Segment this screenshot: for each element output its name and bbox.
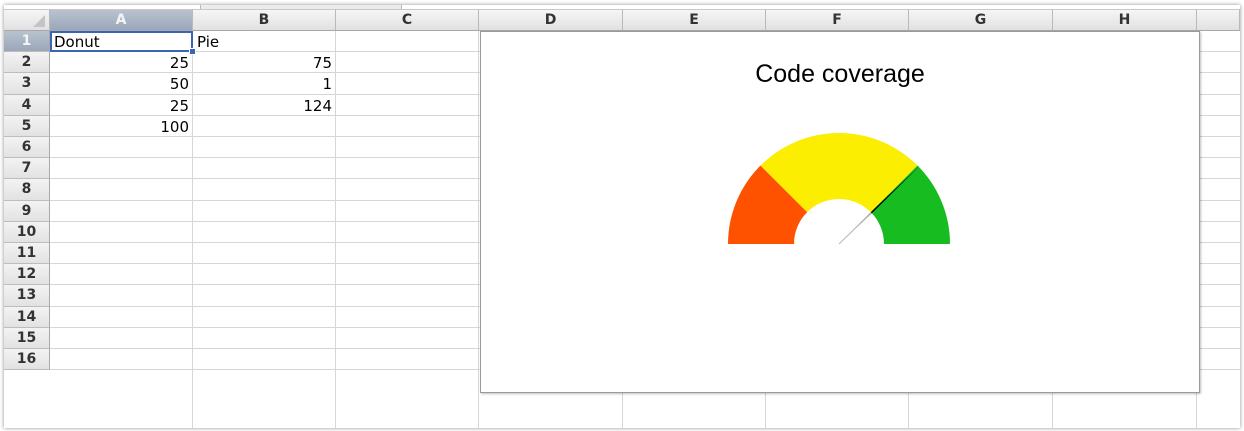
gauge-needle-base (838, 212, 872, 245)
column-header-a[interactable]: A (50, 9, 193, 31)
row-header-9[interactable]: 9 (4, 200, 50, 222)
cell-b2[interactable]: 75 (193, 52, 336, 73)
row-header-14[interactable]: 14 (4, 306, 50, 328)
column-header-d[interactable]: D (479, 9, 623, 31)
column-header-f[interactable]: F (766, 9, 909, 31)
select-all-icon (33, 15, 45, 27)
gauge-chart (728, 132, 950, 245)
column-header-b[interactable]: B (193, 9, 336, 31)
gridline-column (478, 31, 479, 428)
column-header-e[interactable]: E (623, 9, 766, 31)
cell-a4[interactable]: 25 (50, 95, 193, 116)
row-header-6[interactable]: 6 (4, 137, 50, 159)
cell-b1[interactable]: Pie (193, 31, 336, 52)
spreadsheet-window: A B C D E F G H 1 2 3 4 5 6 7 8 9 10 11 12 13 14 15 16 Donut Pie 2… (4, 5, 1240, 428)
cell-b4[interactable]: 124 (193, 95, 336, 116)
chart-object[interactable]: Code coverage (480, 31, 1200, 393)
row-header-2[interactable]: 2 (4, 52, 50, 74)
row-header-10[interactable]: 10 (4, 221, 50, 243)
row-header-7[interactable]: 7 (4, 158, 50, 180)
row-header-12[interactable]: 12 (4, 264, 50, 286)
select-all-corner[interactable] (4, 9, 50, 31)
column-header-g[interactable]: G (909, 9, 1053, 31)
row-header-11[interactable]: 11 (4, 243, 50, 265)
row-header-5[interactable]: 5 (4, 115, 50, 137)
cell-b3[interactable]: 1 (193, 73, 336, 94)
row-header-4[interactable]: 4 (4, 94, 50, 116)
cell-a1[interactable]: Donut (50, 31, 193, 53)
column-header-h[interactable]: H (1053, 9, 1197, 31)
row-header-16[interactable]: 16 (4, 349, 50, 371)
column-header-extra[interactable] (1197, 9, 1240, 31)
cell-a2[interactable]: 25 (50, 52, 193, 73)
cell-a5[interactable]: 100 (50, 116, 193, 137)
row-header-15[interactable]: 15 (4, 327, 50, 349)
row-header-8[interactable]: 8 (4, 179, 50, 201)
cell-a3[interactable]: 50 (50, 73, 193, 94)
row-header-13[interactable]: 13 (4, 285, 50, 307)
row-header-1[interactable]: 1 (4, 31, 50, 53)
row-header-3[interactable]: 3 (4, 73, 50, 95)
column-header-c[interactable]: C (336, 9, 479, 31)
